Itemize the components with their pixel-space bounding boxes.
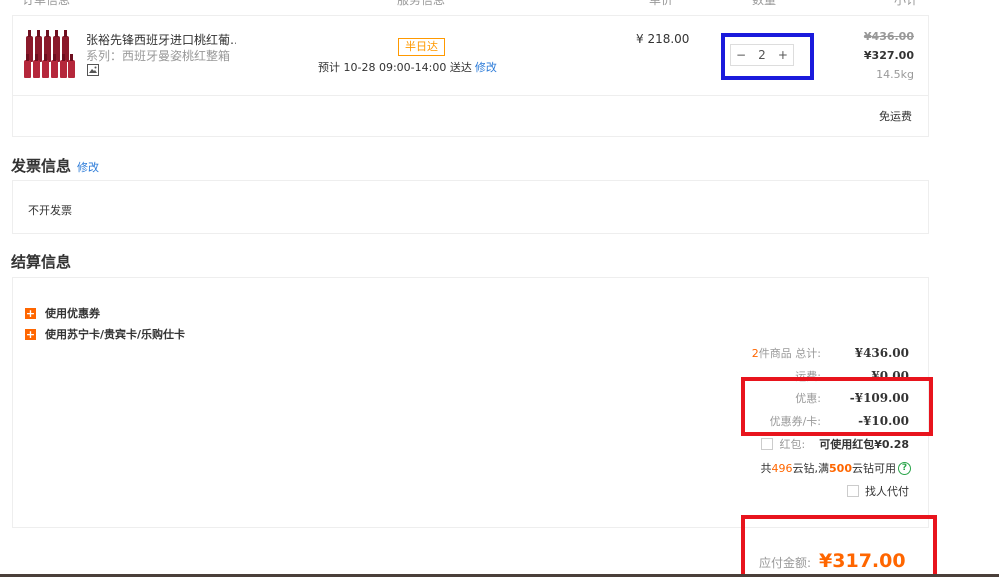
diamond-prefix: 共 [760,462,772,475]
invoice-box: 不开发票 [12,180,929,234]
col-unit-price: 单价 [649,0,674,7]
use-card-option[interactable]: + 使用苏宁卡/贵宾卡/乐购仕卡 [25,326,185,342]
payable-label: 应付金额: [759,556,812,570]
settlement-title: 结算信息 [11,253,72,271]
plus-icon: + [25,327,36,341]
col-service-info: 服务信息 [397,0,446,7]
diamond-suffix: 云钻可用 [852,462,896,475]
order-table-header: 订单信息 服务信息 单价 数量 小计 [12,0,929,16]
product-section: 张裕先锋西班牙进口桃红葡… 系列：西班牙曼姿桃红整箱 半日达 预计 10-28 … [12,16,929,137]
invoice-edit-link[interactable]: 修改 [77,161,99,174]
col-subtotal: 小计 [894,0,919,7]
redpacket-checkbox[interactable] [761,438,774,450]
freight-info: 免运费 [879,110,912,123]
discounted-subtotal: ¥327.00 [863,49,914,62]
payable-amount-row: 应付金额: ¥317.00 [759,550,906,572]
highlight-frame-discounts [741,377,933,436]
delivery-eta: 预计 10-28 09:00-14:00 送达 修改 [318,59,497,75]
product-row: 张裕先锋西班牙进口桃红葡… 系列：西班牙曼姿桃红整箱 半日达 预计 10-28 … [13,16,928,96]
payable-value: ¥317.00 [819,550,906,572]
summary-total-row: 2件商品 总计: ¥436.00 [752,345,909,361]
help-icon[interactable]: ? [898,461,911,475]
product-name[interactable]: 张裕先锋西班牙进口桃红葡… [86,31,236,48]
use-card-label: 使用苏宁卡/贵宾卡/乐购仕卡 [45,328,186,341]
redpacket-row: 红包: 可使用红包¥0.28 [761,436,909,452]
bottle-shape [42,54,49,78]
bottle-shape [33,54,40,78]
plus-icon: + [25,306,36,320]
use-coupon-label: 使用优惠券 [45,307,100,320]
product-series: 系列：西班牙曼姿桃红整箱 [86,49,231,63]
invoice-title: 发票信息 修改 [11,155,99,176]
item-count-label: 件商品 总计: [758,347,821,360]
eta-text: 预计 10-28 09:00-14:00 送达 [318,61,472,74]
unit-price: ¥ 218.00 [636,32,690,46]
proxy-pay-label[interactable]: 找人代付 [865,483,909,499]
redpacket-label: 红包: [779,438,806,451]
col-order-info: 订单信息 [22,0,71,7]
bottle-shape [24,54,31,78]
image-icon[interactable] [87,64,99,76]
use-coupon-option[interactable]: + 使用优惠券 [25,305,100,321]
product-thumbnail[interactable] [24,30,75,78]
highlight-frame-quantity [721,33,814,80]
diamond-threshold: 500 [829,461,852,475]
product-weight: 14.5kg [876,68,914,81]
invoice-title-text: 发票信息 [11,157,72,175]
diamond-row: 共 496 云钻,满 500 云钻可用 ? [761,460,911,476]
service-badge: 半日达 [398,38,445,56]
bottle-shape [51,54,58,78]
item-count: 2 [751,347,759,360]
invoice-value: 不开发票 [28,204,72,217]
redpacket-value: 可使用红包¥0.28 [819,438,909,451]
total-label: 2件商品 总计: [752,345,821,361]
proxy-pay-row: 找人代付 [847,483,909,499]
diamond-mid: 云钻,满 [792,462,830,475]
original-subtotal: ¥436.00 [863,30,914,43]
proxy-pay-checkbox[interactable] [847,485,859,497]
bottle-shape [68,54,75,78]
total-value: ¥436.00 [854,346,909,360]
diamond-count: 496 [771,461,793,475]
col-quantity: 数量 [752,0,777,7]
bottle-shape [60,54,67,78]
eta-edit-link[interactable]: 修改 [475,61,497,74]
